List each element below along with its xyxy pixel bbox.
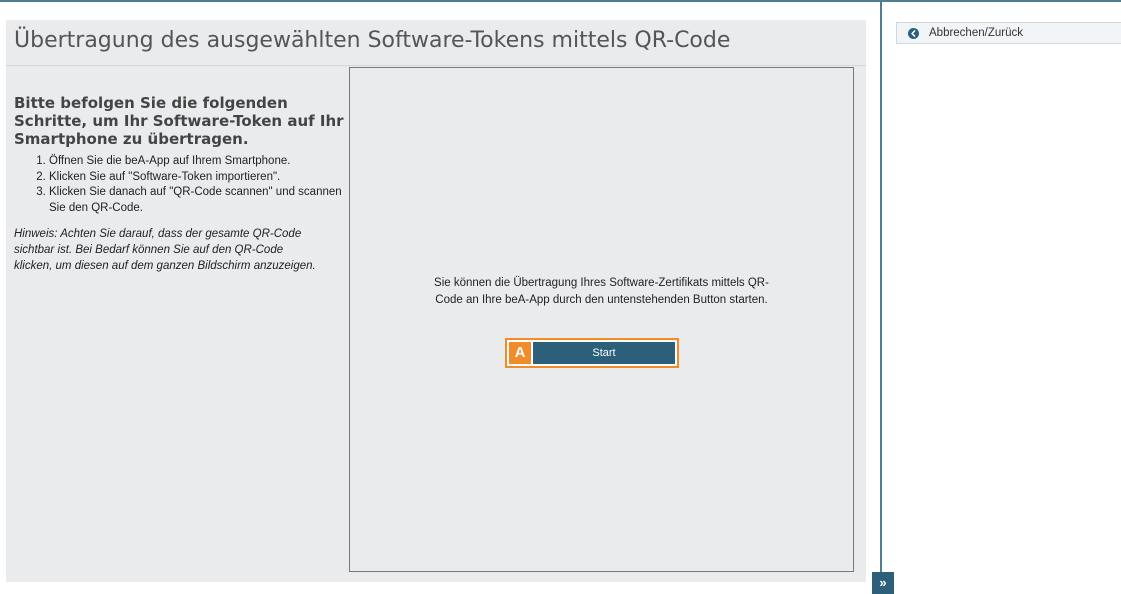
qr-message: Sie können die Übertragung Ihres Softwar… (434, 277, 769, 306)
double-chevron-right-icon: » (879, 575, 887, 590)
expand-sidebar-button[interactable]: » (872, 572, 894, 594)
cancel-back-button[interactable]: Abbrechen/Zurück (896, 22, 1121, 44)
steps-list: Öffnen Sie die beA-App auf Ihrem Smartph… (14, 154, 344, 216)
page-title: Übertragung des ausgewählten Software-To… (14, 28, 731, 53)
main-panel: Übertragung des ausgewählten Software-To… (6, 20, 866, 582)
hint-text: Hinweis: Achten Sie darauf, dass der ges… (14, 228, 316, 272)
step-item: Klicken Sie auf "Software-Token importie… (49, 170, 344, 186)
step-item: Klicken Sie danach auf "QR-Code scannen"… (49, 185, 344, 216)
step-item: Öffnen Sie die beA-App auf Ihrem Smartph… (49, 154, 344, 170)
cancel-back-label: Abbrechen/Zurück (929, 27, 1023, 39)
title-divider (6, 65, 866, 66)
start-button-highlight: A Start (505, 338, 679, 368)
instructions-heading: Bitte befolgen Sie die folgenden Schritt… (14, 94, 344, 148)
qr-code-area: Sie können die Übertragung Ihres Softwar… (349, 67, 854, 572)
instructions-panel: Bitte befolgen Sie die folgenden Schritt… (14, 94, 344, 274)
start-button[interactable]: Start (533, 342, 675, 364)
arrow-left-circle-icon (908, 27, 919, 39)
marker-label: A (509, 342, 531, 364)
sidebar-divider (880, 0, 882, 592)
top-border (0, 0, 1121, 2)
